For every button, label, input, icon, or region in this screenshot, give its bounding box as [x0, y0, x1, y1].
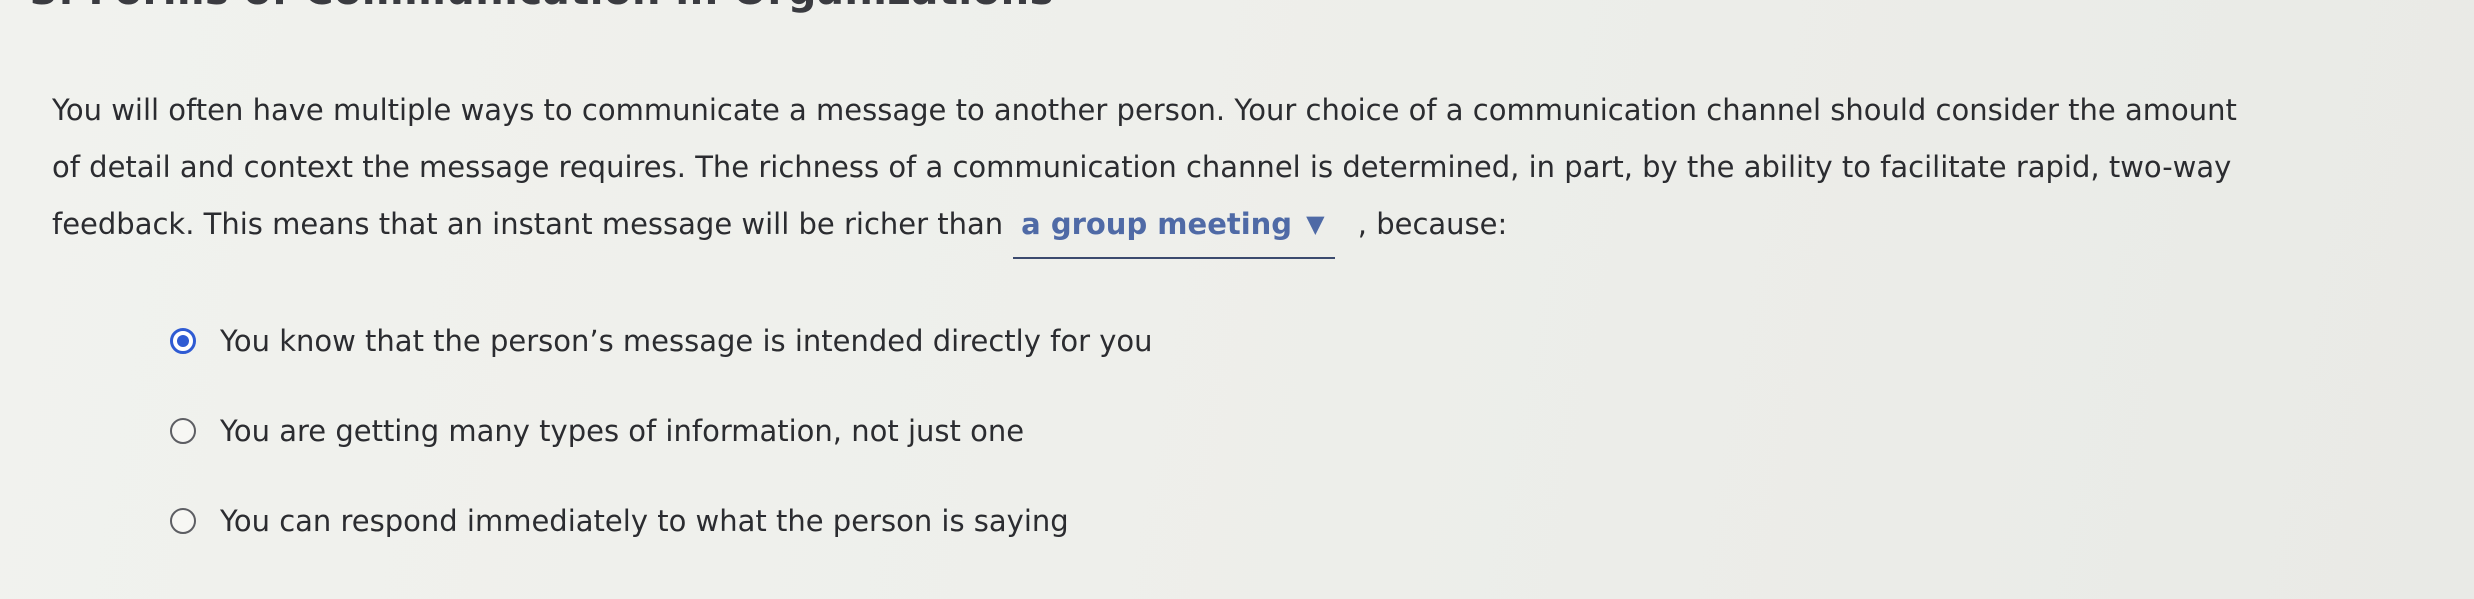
- question-line-1: You will often have multiple ways to com…: [52, 93, 2237, 127]
- dropdown-selected-value: a group meeting: [1021, 207, 1293, 241]
- question-text: You will often have multiple ways to com…: [52, 82, 2432, 259]
- radio-selected-icon[interactable]: [170, 328, 196, 354]
- question-line-3-start: feedback. This means that an instant mes…: [52, 207, 1004, 241]
- triangle-down-icon: ▼: [1306, 210, 1325, 238]
- radio-unselected-icon[interactable]: [170, 418, 196, 444]
- answer-dropdown[interactable]: a group meeting ▼: [1013, 196, 1335, 259]
- answer-option-label: You can respond immediately to what the …: [220, 504, 1069, 538]
- answer-option-2[interactable]: You are getting many types of informatio…: [170, 408, 1153, 454]
- question-line-3-end: , because:: [1357, 207, 1508, 241]
- radio-unselected-icon[interactable]: [170, 508, 196, 534]
- answer-option-1[interactable]: You know that the person’s message is in…: [170, 318, 1153, 364]
- answer-option-label: You know that the person’s message is in…: [220, 324, 1153, 358]
- answer-option-label: You are getting many types of informatio…: [220, 414, 1025, 448]
- answer-options: You know that the person’s message is in…: [170, 318, 1153, 588]
- answer-option-3[interactable]: You can respond immediately to what the …: [170, 498, 1153, 544]
- question-heading: 3. Forms of Communication in Organizatio…: [30, 0, 1054, 14]
- question-line-2: of detail and context the message requir…: [52, 150, 2232, 184]
- question-line-3: feedback. This means that an instant mes…: [52, 196, 2432, 259]
